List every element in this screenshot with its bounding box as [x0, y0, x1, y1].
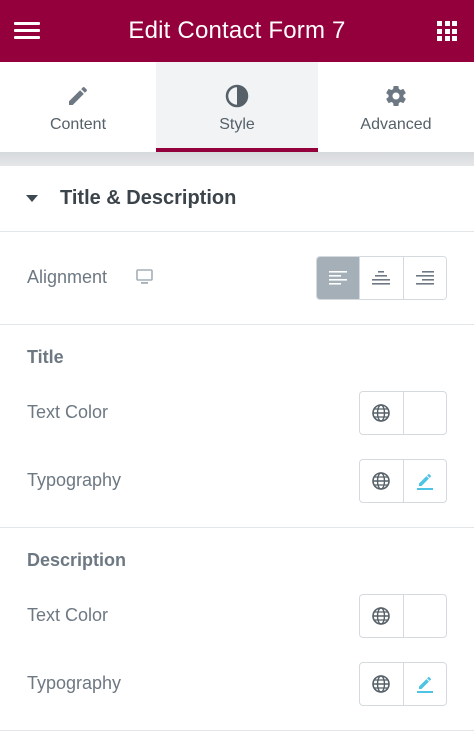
- panel-tabs: Content Style Advanced: [0, 62, 474, 152]
- section-toggle-title-description[interactable]: Title & Description: [0, 166, 474, 232]
- color-picker-swatch[interactable]: [402, 595, 447, 637]
- align-left-button[interactable]: [317, 257, 360, 299]
- tab-advanced[interactable]: Advanced: [318, 62, 474, 152]
- tab-label: Advanced: [360, 116, 432, 133]
- half-circle-icon: [225, 84, 249, 108]
- align-right-button[interactable]: [402, 257, 446, 299]
- tab-label: Style: [219, 116, 255, 133]
- tab-content[interactable]: Content: [0, 62, 156, 152]
- color-picker-swatch[interactable]: [402, 392, 447, 434]
- caret-down-icon: [26, 195, 38, 202]
- grid-icon[interactable]: [437, 21, 457, 41]
- divider: [0, 527, 474, 528]
- globe-icon: [372, 675, 391, 693]
- tab-label: Content: [49, 116, 107, 133]
- divider: [0, 324, 474, 325]
- global-typography-button[interactable]: [360, 663, 403, 705]
- globe-icon: [372, 607, 391, 625]
- tabs-shadow: [0, 152, 474, 166]
- pencil-icon: [69, 87, 87, 105]
- tab-style[interactable]: Style: [156, 62, 318, 152]
- global-typography-button[interactable]: [360, 460, 403, 502]
- editor-header: Edit Contact Form 7: [0, 0, 474, 62]
- description-typography-label: Typography: [27, 673, 122, 693]
- alignment-control: [316, 256, 447, 300]
- alignment-label: Alignment: [27, 267, 108, 287]
- align-center-icon: [372, 271, 391, 285]
- description-group-heading: Description: [27, 550, 127, 570]
- edit-typography-button[interactable]: [402, 663, 447, 705]
- edit-typography-button[interactable]: [402, 460, 447, 502]
- title-text-color-control: [359, 391, 447, 435]
- title-typography-control: [359, 459, 447, 503]
- description-typography-control: [359, 662, 447, 706]
- description-text-color-control: [359, 594, 447, 638]
- panel-title: Edit Contact Form 7: [128, 17, 346, 44]
- title-group-heading: Title: [27, 347, 64, 367]
- globe-icon: [372, 472, 391, 490]
- section-title: Title & Description: [60, 187, 237, 209]
- pencil-icon: [416, 473, 433, 490]
- align-right-icon: [415, 271, 434, 285]
- title-text-color-label: Text Color: [27, 402, 109, 422]
- title-typography-label: Typography: [27, 470, 122, 490]
- description-text-color-label: Text Color: [27, 605, 109, 625]
- pencil-icon: [416, 676, 433, 693]
- global-colors-button[interactable]: [360, 595, 403, 637]
- hamburger-icon[interactable]: [14, 22, 40, 40]
- global-colors-button[interactable]: [360, 392, 403, 434]
- globe-icon: [372, 404, 391, 422]
- align-center-button[interactable]: [359, 257, 403, 299]
- align-left-icon: [329, 271, 348, 285]
- desktop-icon[interactable]: [136, 269, 153, 285]
- gear-icon: [386, 86, 406, 107]
